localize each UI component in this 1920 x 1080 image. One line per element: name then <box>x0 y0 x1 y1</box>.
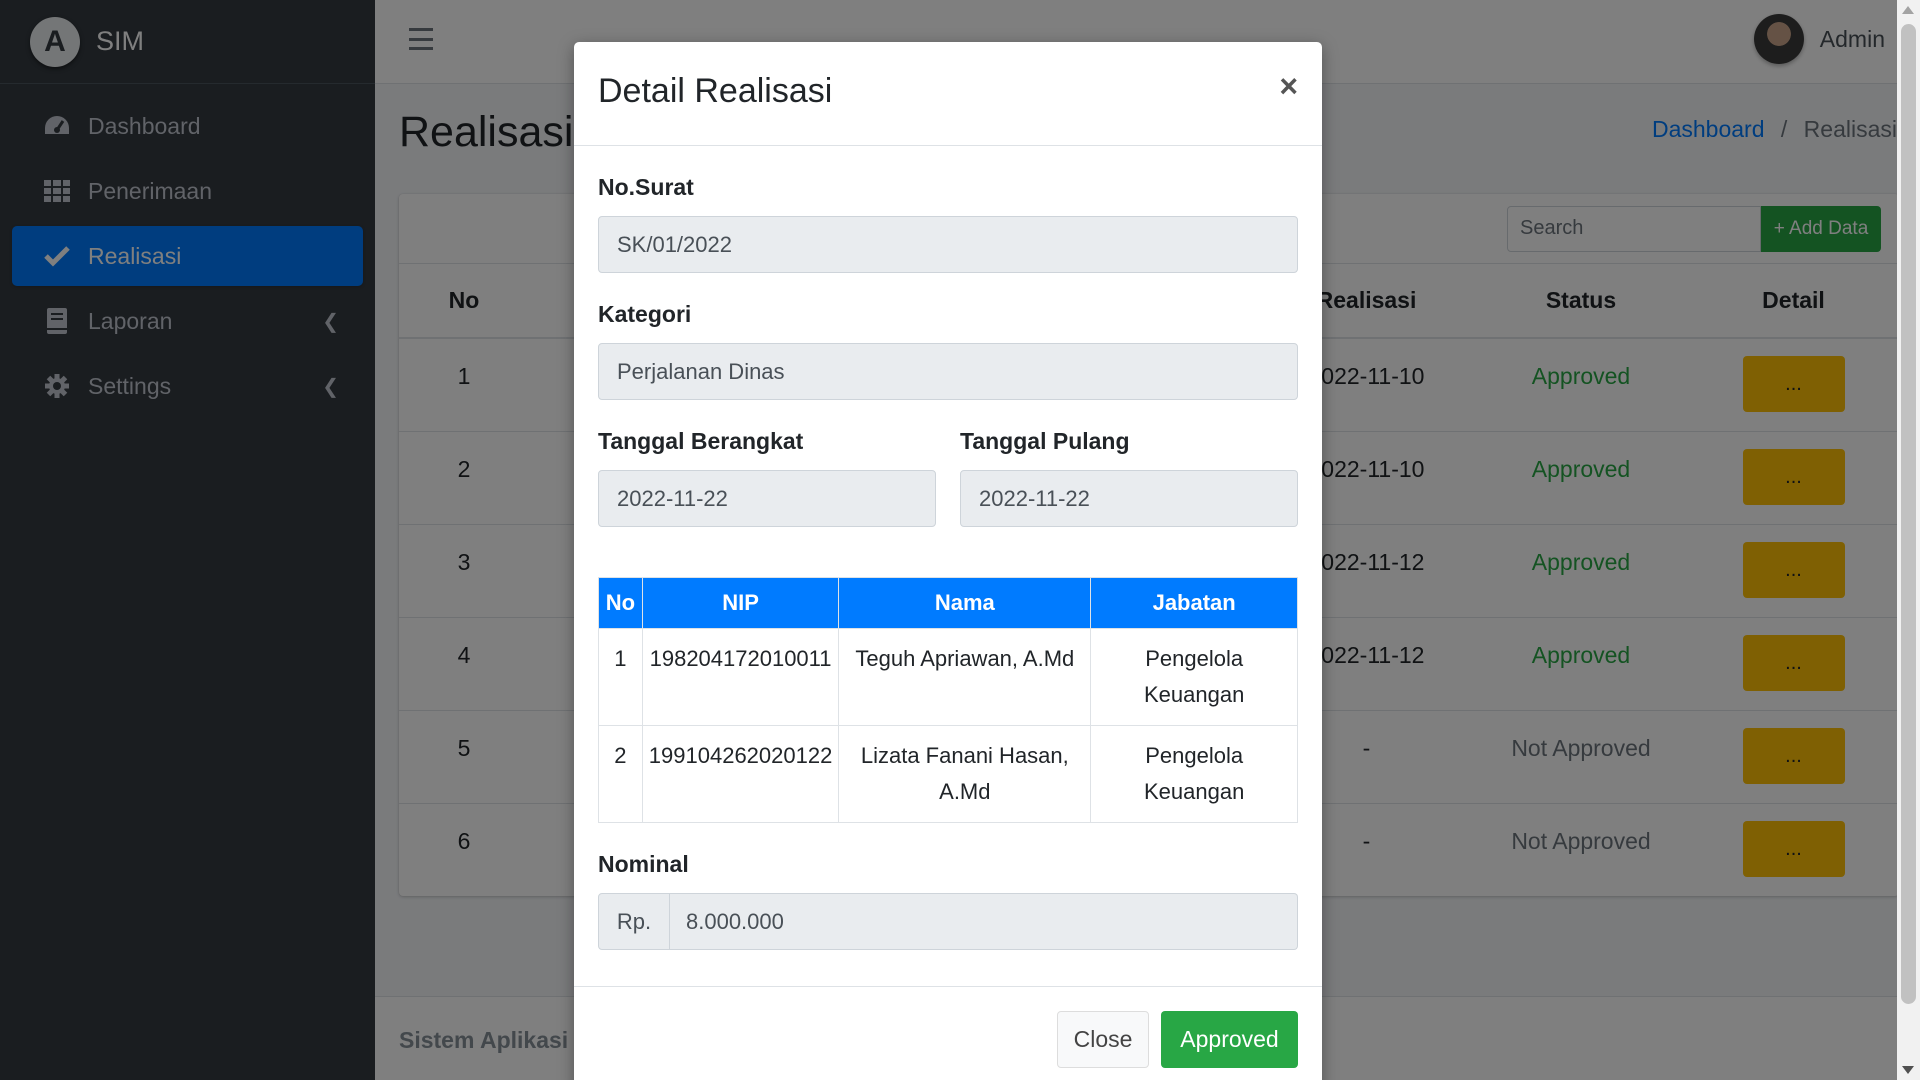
no-surat-label: No.Surat <box>598 174 694 200</box>
currency-prefix: Rp. <box>598 893 670 950</box>
column-header-no: No <box>598 577 643 629</box>
column-header-nama: Nama <box>838 577 1092 629</box>
kategori-field[interactable]: Perjalanan Dinas <box>598 343 1298 400</box>
cell-jabatan: Pengelola Keuangan <box>1090 725 1298 823</box>
table-row: 1 198204172010011 Teguh Apriawan, A.Md P… <box>598 628 1298 726</box>
modal-title: Detail Realisasi <box>598 72 833 110</box>
cell-nip: 198204172010011 <box>641 628 840 726</box>
nominal-label: Nominal <box>598 851 689 877</box>
date-row: Tanggal Berangkat 2022-11-22 Tanggal Pul… <box>598 428 1298 555</box>
kategori-label: Kategori <box>598 301 692 327</box>
nominal-input-group: Rp. 8.000.000 <box>598 893 1298 950</box>
detail-realisasi-modal: Detail Realisasi × No.Surat SK/01/2022 K… <box>574 42 1322 1080</box>
table-row: 2 199104262020122 Lizata Fanani Hasan, A… <box>598 725 1298 823</box>
tanggal-berangkat-label: Tanggal Berangkat <box>598 428 804 454</box>
nominal-field[interactable]: 8.000.000 <box>670 893 1298 950</box>
modal-header: Detail Realisasi × <box>574 42 1322 146</box>
no-surat-field[interactable]: SK/01/2022 <box>598 216 1298 273</box>
scrollbar[interactable] <box>1897 0 1920 1080</box>
tanggal-pulang-label: Tanggal Pulang <box>960 428 1130 454</box>
column-header-nip: NIP <box>641 577 840 629</box>
pegawai-table: No NIP Nama Jabatan 1 198204172010011 Te… <box>598 577 1298 823</box>
approved-button[interactable]: Approved <box>1161 1011 1298 1068</box>
column-header-jabatan: Jabatan <box>1090 577 1298 629</box>
cell-nip: 199104262020122 <box>641 725 840 823</box>
close-button[interactable]: Close <box>1057 1011 1149 1068</box>
cell-nama: Teguh Apriawan, A.Md <box>838 628 1092 726</box>
cell-nama: Lizata Fanani Hasan, A.Md <box>838 725 1092 823</box>
cell-no: 2 <box>598 725 643 823</box>
scroll-down-arrow-icon[interactable] <box>1902 1066 1914 1074</box>
cell-jabatan: Pengelola Keuangan <box>1090 628 1298 726</box>
close-icon[interactable]: × <box>1279 68 1298 105</box>
scroll-up-arrow-icon[interactable] <box>1902 6 1914 14</box>
scrollbar-thumb[interactable] <box>1901 24 1916 1004</box>
modal-body: No.Surat SK/01/2022 Kategori Perjalanan … <box>574 146 1322 950</box>
cell-no: 1 <box>598 628 643 726</box>
modal-footer: Close Approved <box>574 986 1322 1080</box>
tanggal-berangkat-field[interactable]: 2022-11-22 <box>598 470 936 527</box>
tanggal-pulang-field[interactable]: 2022-11-22 <box>960 470 1298 527</box>
